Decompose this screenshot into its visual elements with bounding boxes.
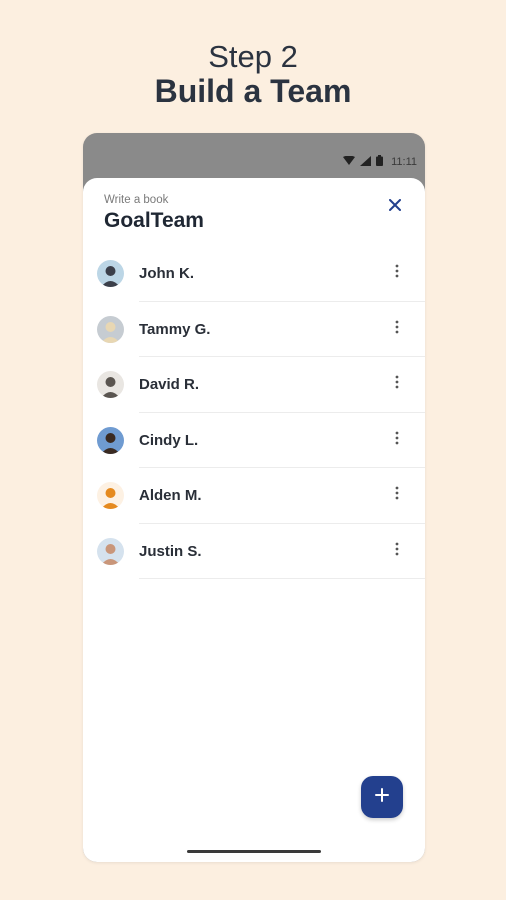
member-list: John K. Tammy G. David R. Cindy L. Alden M. J…	[83, 246, 425, 579]
member-name: Cindy L.	[139, 431, 199, 449]
more-options-button[interactable]	[389, 317, 405, 341]
signal-icon	[360, 153, 372, 171]
status-bar: 11:11	[83, 133, 425, 183]
member-row[interactable]: Alden M.	[83, 468, 425, 524]
more-vert-icon	[395, 542, 399, 561]
member-row[interactable]: Cindy L.	[83, 413, 425, 468]
more-vert-icon	[395, 375, 399, 394]
member-row[interactable]: David R.	[83, 357, 425, 413]
headline-title: Build a Team	[154, 73, 352, 109]
add-member-button[interactable]	[361, 776, 403, 818]
avatar	[97, 315, 124, 343]
member-name: Alden M.	[139, 487, 202, 505]
more-options-button[interactable]	[389, 262, 405, 286]
more-vert-icon	[395, 320, 399, 339]
close-button[interactable]	[383, 195, 407, 219]
more-vert-icon	[395, 486, 399, 505]
member-name: Justin S.	[139, 542, 202, 560]
member-row[interactable]: Tammy G.	[83, 302, 425, 357]
plus-icon	[375, 787, 389, 807]
sheet-header: Write a book GoalTeam	[83, 178, 425, 246]
row-divider	[139, 578, 425, 579]
avatar	[97, 260, 124, 288]
headline: Step 2 Build a Team	[0, 39, 506, 109]
member-row[interactable]: John K.	[83, 246, 425, 302]
more-vert-icon	[395, 431, 399, 450]
close-icon	[389, 198, 401, 216]
goal-name: Write a book	[104, 194, 169, 206]
avatar	[97, 371, 124, 399]
sheet-title: GoalTeam	[104, 209, 204, 232]
avatar	[97, 482, 124, 510]
member-name: Tammy G.	[139, 320, 211, 338]
more-options-button[interactable]	[389, 539, 405, 563]
home-indicator[interactable]	[187, 850, 321, 853]
more-options-button[interactable]	[389, 428, 405, 452]
more-vert-icon	[395, 264, 399, 283]
step-label: Step 2	[208, 39, 298, 74]
team-sheet: Write a book GoalTeam John K. Tammy G. Dav…	[83, 178, 425, 862]
phone-frame: 11:11 Write a book GoalTeam John K. Tammy…	[83, 133, 425, 862]
status-time: 11:11	[391, 156, 417, 168]
member-row[interactable]: Justin S.	[83, 524, 425, 579]
avatar	[97, 537, 124, 565]
avatar	[97, 426, 124, 454]
member-name: David R.	[139, 376, 200, 394]
member-name: John K.	[139, 265, 194, 283]
more-options-button[interactable]	[389, 373, 405, 397]
more-options-button[interactable]	[389, 484, 405, 508]
wifi-icon	[343, 153, 356, 171]
battery-icon	[376, 153, 384, 171]
